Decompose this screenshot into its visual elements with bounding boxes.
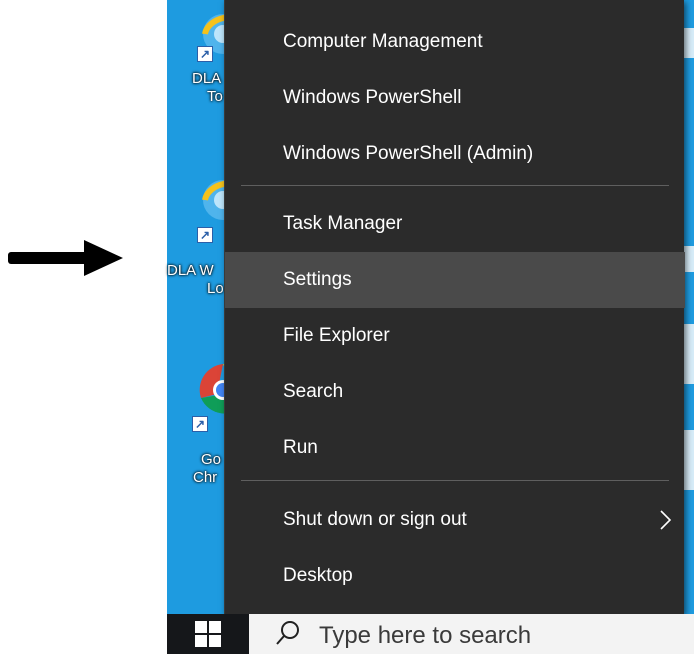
search-placeholder: Type here to search — [319, 622, 532, 649]
desktop-shortcut-label: To — [207, 88, 223, 105]
menu-item-label: Shut down or sign out — [283, 509, 467, 530]
menu-item-computer-management[interactable]: Computer Management — [225, 14, 685, 70]
windows-logo-icon — [195, 621, 221, 647]
menu-item-label: Computer Management — [283, 31, 483, 52]
menu-item-windows-powershell-admin[interactable]: Windows PowerShell (Admin) — [225, 126, 685, 182]
menu-item-run[interactable]: Run — [225, 420, 685, 476]
menu-item-label: Desktop — [283, 565, 353, 586]
menu-item-file-explorer[interactable]: File Explorer — [225, 308, 685, 364]
menu-item-label: File Explorer — [283, 325, 390, 346]
shortcut-arrow-icon: ↗ — [192, 416, 208, 432]
menu-item-label: Settings — [283, 269, 352, 290]
menu-item-label: Search — [283, 381, 344, 402]
menu-separator — [241, 185, 669, 186]
menu-item-shut-down-or-sign-out[interactable]: Shut down or sign out — [225, 492, 685, 548]
menu-item-label: Windows PowerShell — [283, 87, 462, 108]
menu-item-search[interactable]: Search — [225, 364, 685, 420]
desktop-shortcut-label: Lo — [207, 280, 224, 297]
menu-separator — [241, 480, 669, 481]
start-button[interactable] — [167, 614, 247, 654]
taskbar-search-box[interactable]: Type here to search — [249, 614, 694, 654]
menu-item-desktop[interactable]: Desktop — [225, 548, 685, 604]
shortcut-arrow-icon: ↗ — [197, 46, 213, 62]
taskbar: Type here to search — [167, 614, 694, 654]
desktop-shortcut-label: Chr — [193, 469, 218, 486]
pointer-arrow-icon — [8, 240, 123, 276]
menu-item-label: Run — [283, 437, 318, 458]
shortcut-arrow-icon: ↗ — [197, 227, 213, 243]
menu-item-windows-powershell[interactable]: Windows PowerShell — [225, 70, 685, 126]
search-icon — [276, 621, 299, 645]
chevron-right-icon — [660, 510, 672, 530]
desktop-shortcut-label: Go — [201, 451, 222, 468]
menu-item-task-manager[interactable]: Task Manager — [225, 196, 685, 252]
desktop-shortcut-label: DLA W — [167, 262, 214, 279]
winx-context-menu: Computer Management Windows PowerShell W… — [224, 0, 685, 614]
desktop-shortcut-label: DLA — [192, 70, 222, 87]
menu-item-label: Task Manager — [283, 213, 403, 234]
menu-item-label: Windows PowerShell (Admin) — [283, 143, 534, 164]
menu-item-settings[interactable]: Settings — [225, 252, 685, 308]
